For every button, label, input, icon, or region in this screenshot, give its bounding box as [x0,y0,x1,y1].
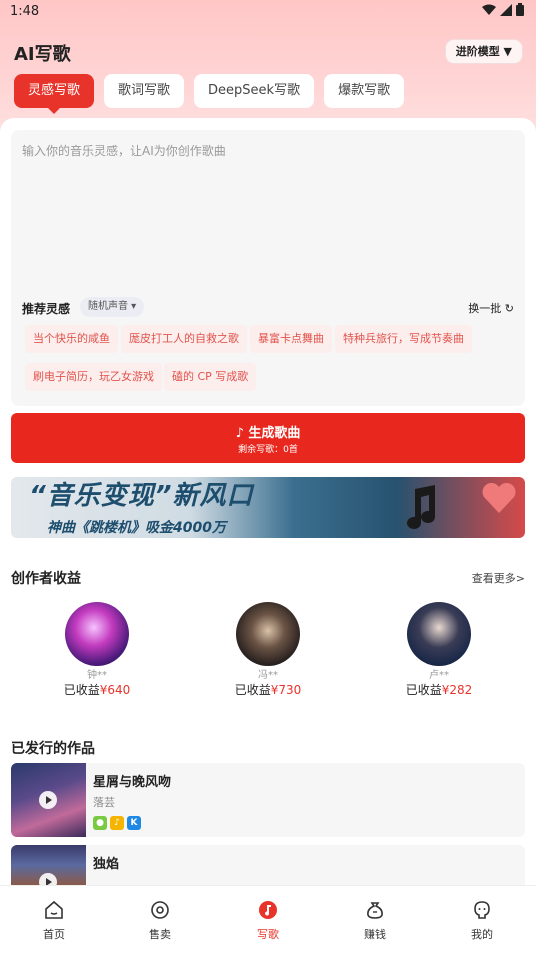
nav-label: 售卖 [149,928,171,941]
remaining-count: 剩余写歌：0首 [238,445,298,455]
nav-sell[interactable]: 售卖 [130,900,190,942]
mode-tabs: 灵感写歌 歌词写歌 DeepSeek写歌 爆款写歌 [14,74,405,114]
play-icon[interactable] [39,791,57,809]
nav-earn[interactable]: 赚钱 [345,900,405,942]
home-icon [45,900,63,919]
inspiration-chip[interactable]: 特种兵旅行，写成节奏曲 [335,325,472,353]
money-bag-icon [367,902,383,919]
creator-card[interactable]: 钟** 已收益¥640 [32,602,162,698]
earn-label: 已收益 [234,683,271,697]
work-artist: 落芸 [93,796,115,809]
inspiration-chip[interactable]: 当个快乐的咸鱼 [25,325,118,353]
disc-icon [151,901,169,919]
generate-song-button[interactable]: ♪ 生成歌曲 剩余写歌：0首 [11,413,525,463]
model-select-button[interactable]: 进阶模型 ▼ [445,40,522,63]
creator-card[interactable]: 冯** 已收益¥730 [203,602,333,698]
bottom-nav: 首页 售卖 写歌 赚钱 我的 [0,885,536,953]
platform-yellow-icon: ♪ [110,816,124,830]
work-title: 独焰 [93,857,120,872]
random-voice-select[interactable]: 随机声音 ▾ [80,297,145,317]
nav-profile[interactable]: 我的 [452,900,512,942]
inspiration-chip[interactable]: 暴富卡点舞曲 [250,325,332,353]
creator-earnings-title: 创作者收益 [11,571,81,587]
creator-name: 冯** [258,670,278,681]
list-item[interactable]: 独焰 [11,845,525,891]
creator-name: 钟** [87,670,107,681]
signal-icon [500,3,512,16]
platform-blue-icon: K [127,816,141,830]
nav-home[interactable]: 首页 [24,900,84,942]
tab-lyrics[interactable]: 歌词写歌 [104,74,185,108]
tab-hit[interactable]: 爆款写歌 [324,74,405,108]
battery-icon [516,3,524,16]
cover-image [11,845,86,891]
banner-subline: 神曲《跳楼机》吸金4000万 [47,520,226,536]
inspiration-label: 推荐灵感 [22,302,71,316]
tab-inspiration[interactable]: 灵感写歌 [14,74,95,114]
refresh-button[interactable]: 换一批 ↻ [468,300,514,316]
nav-label: 首页 [43,928,65,941]
list-item[interactable]: 星屑与晚风吻 落芸 ● ♪ K [11,763,525,837]
nav-label: 赚钱 [364,928,386,941]
banner-headline: “音乐变现”新风口 [29,481,254,511]
work-title: 星屑与晚风吻 [93,775,172,790]
music-note-icon: ♪ [235,426,244,441]
nav-label: 我的 [471,928,493,941]
platform-green-icon: ● [93,816,107,830]
avatar [407,602,471,666]
avatar [65,602,129,666]
input-placeholder: 输入你的音乐灵感，让AI为你创作歌曲 [22,144,226,158]
refresh-label: 换一批 [468,302,502,315]
promo-banner[interactable]: “音乐变现”新风口 神曲《跳楼机》吸金4000万 [11,477,525,538]
inspiration-chip[interactable]: 刷电子简历，玩乙女游戏 [25,363,162,391]
platform-icons: ● ♪ K [93,816,141,830]
earn-amount: ¥640 [99,683,131,697]
earn-label: 已收益 [63,683,100,697]
published-works-title: 已发行的作品 [11,741,95,757]
creator-card[interactable]: 卢** 已收益¥282 [374,602,504,698]
generate-label: 生成歌曲 [248,426,301,441]
profile-icon [474,901,490,919]
earn-label: 已收益 [405,683,442,697]
inspiration-chip[interactable]: 厖皮打工人的自救之歌 [121,325,247,353]
heart-icon [482,482,516,513]
nav-label: 写歌 [257,928,279,941]
inspiration-chip[interactable]: 磕的 CP 写成歌 [164,363,257,391]
tab-deepseek[interactable]: DeepSeek写歌 [194,74,315,108]
status-time: 1:48 [10,4,40,19]
refresh-icon: ↻ [504,302,514,315]
cover-image [11,763,86,837]
nav-write[interactable]: 写歌 [238,900,298,942]
wifi-icon [482,4,496,15]
see-more-link[interactable]: 查看更多> [472,570,525,586]
creator-name: 卢** [429,670,449,681]
music-note-icon [407,485,435,529]
music-note-icon [259,901,277,919]
status-bar: 1:48 [0,0,536,24]
avatar [236,602,300,666]
earn-amount: ¥282 [441,683,473,697]
earn-amount: ¥730 [270,683,302,697]
page-title: AI写歌 [14,44,71,65]
